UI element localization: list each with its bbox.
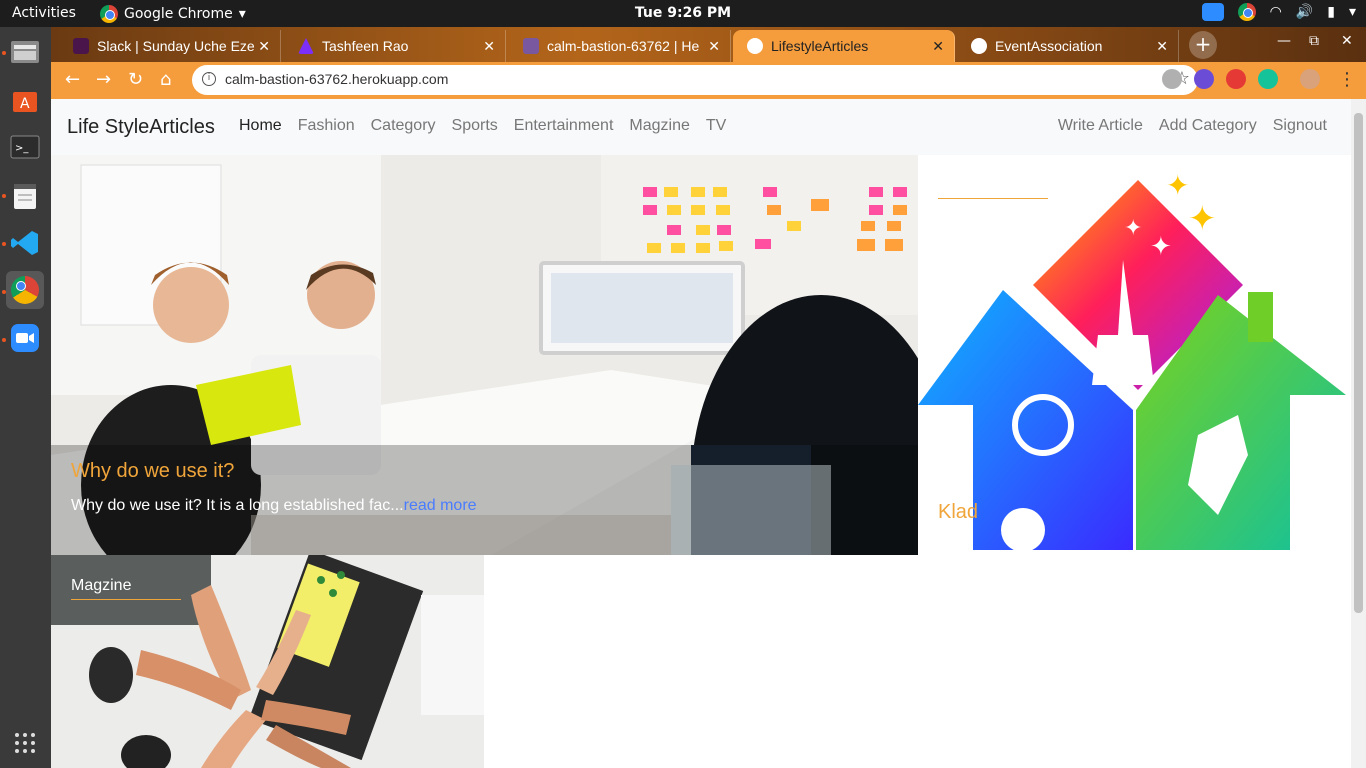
vscode-icon[interactable] [6,224,44,262]
cleaning-house-logo-image: ✦ ✦ ✦ ✦ [918,169,1346,552]
triangle-favicon-icon [298,38,314,54]
close-icon[interactable]: ✕ [1156,38,1168,55]
tab-label: EventAssociation [995,38,1103,54]
tab-slack[interactable]: Slack | Sunday Uche Eze ✕ [59,30,281,62]
site-navbar: Life StyleArticles Home Fashion Category… [51,99,1351,155]
nav-add-category[interactable]: Add Category [1159,117,1257,135]
url-text: calm-bastion-63762.herokuapp.com [225,71,449,87]
heroku-favicon-icon [523,38,539,54]
terminal-icon[interactable]: >_ [6,128,44,166]
back-icon[interactable]: ← [65,69,80,90]
files-icon[interactable] [6,32,44,70]
svg-text:A: A [20,96,30,112]
page-scrollbar[interactable] [1351,99,1366,768]
system-menu-chevron-icon[interactable]: ▾ [1349,4,1356,20]
zoom-dock-icon[interactable] [6,319,44,357]
site-brand[interactable]: Life StyleArticles [67,116,215,139]
tab-eventassociation[interactable]: EventAssociation ✕ [957,30,1179,62]
title-underline [71,599,181,600]
tab-strip: Slack | Sunday Uche Eze ✕ Tashfeen Rao ✕… [51,27,1366,62]
nav-tv[interactable]: TV [706,117,726,135]
nav-signout[interactable]: Signout [1273,117,1327,135]
tab-lifestylearticles[interactable]: LifestyleArticles ✕ [733,30,955,62]
zoom-tray-icon[interactable] [1201,3,1224,21]
tab-label: Tashfeen Rao [322,38,409,54]
svg-text:>_: >_ [15,143,29,154]
chrome-dock-icon[interactable] [6,271,44,309]
slack-favicon-icon [73,38,89,54]
menu-kebab-icon[interactable]: ⋮ [1338,69,1356,90]
wifi-icon[interactable]: ◠ [1270,4,1282,20]
nav-category[interactable]: Category [371,117,436,135]
close-icon[interactable]: ✕ [708,38,720,55]
svg-text:✦: ✦ [1124,216,1142,241]
tab-label: Slack | Sunday Uche Eze [97,38,255,54]
close-icon[interactable]: ✕ [258,38,270,55]
extension-dropper-icon[interactable] [1194,69,1214,89]
grammarly-icon[interactable] [1258,69,1278,89]
close-icon[interactable]: ✕ [932,38,944,55]
minimize-icon[interactable]: — [1277,33,1291,49]
reload-icon[interactable]: ↻ [128,69,143,90]
chrome-tray-icon[interactable] [1237,3,1256,21]
close-window-icon[interactable]: ✕ [1341,33,1353,49]
side-article[interactable]: ✦ ✦ ✦ ✦ Klad [918,155,1351,555]
svg-text:✦: ✦ [1150,232,1172,262]
web-page: Life StyleArticles Home Fashion Category… [51,99,1366,768]
nav-write-article[interactable]: Write Article [1058,117,1143,135]
home-icon[interactable]: ⌂ [160,69,171,90]
tab-heroku[interactable]: calm-bastion-63762 | He ✕ [509,30,731,62]
maximize-icon[interactable]: ⧉ [1309,33,1319,49]
address-bar[interactable]: i calm-bastion-63762.herokuapp.com ☆ [192,65,1198,95]
show-applications-icon[interactable] [6,724,44,762]
nav-entertainment[interactable]: Entertainment [514,117,614,135]
office-meeting-image [51,155,918,555]
featured-article-excerpt: Why do we use it? It is a long establish… [71,497,477,515]
nav-magzine[interactable]: Magzine [629,117,689,135]
dock: A >_ [0,27,51,768]
battery-icon[interactable]: ▮ [1327,4,1335,20]
chrome-icon [11,276,39,304]
extension-badge-icon[interactable] [1226,69,1246,89]
system-tray[interactable]: ◠ 🔊 ▮ ▾ [1201,3,1356,21]
new-tab-button[interactable]: + [1189,31,1217,59]
tab-tashfeen[interactable]: Tashfeen Rao ✕ [284,30,506,62]
category-card[interactable]: Magzine [51,555,484,768]
nav-home[interactable]: Home [239,117,282,135]
nav-fashion[interactable]: Fashion [298,117,355,135]
nav-right: Write Article Add Category Signout [1058,117,1327,135]
nav-left: Home Fashion Category Sports Entertainme… [239,117,726,135]
globe-favicon-icon [971,38,987,54]
close-icon[interactable]: ✕ [483,38,495,55]
side-article-title[interactable]: Klad [938,501,978,524]
site-info-icon[interactable]: i [202,72,216,86]
browser-toolbar: ← → ↻ ⌂ i calm-bastion-63762.herokuapp.c… [51,62,1366,99]
excerpt-text: Why do we use it? It is a long establish… [71,497,404,514]
featured-article-title[interactable]: Why do we use it? [71,460,234,483]
volume-icon[interactable]: 🔊 [1296,4,1313,20]
svg-text:✦: ✦ [1188,199,1217,239]
tab-label: LifestyleArticles [771,38,869,54]
text-editor-icon[interactable] [6,177,44,215]
extension-g-icon[interactable] [1162,69,1182,89]
profile-avatar[interactable] [1300,69,1320,89]
card-category-label[interactable]: Magzine [71,577,131,595]
tab-label: calm-bastion-63762 | He [547,38,700,54]
clock[interactable]: Tue 9:26 PM [0,5,1366,21]
system-top-bar: Activities Google Chrome ▾ Tue 9:26 PM ◠… [0,0,1366,27]
title-underline [938,198,1048,199]
software-center-icon[interactable]: A [6,80,44,118]
svg-text:✦: ✦ [1166,169,1189,202]
nav-sports[interactable]: Sports [452,117,498,135]
scrollbar-thumb[interactable] [1354,113,1363,613]
featured-article[interactable]: Why do we use it? Why do we use it? It i… [51,155,918,555]
globe-favicon-icon [747,38,763,54]
forward-icon[interactable]: → [96,69,111,90]
read-more-link[interactable]: read more [404,497,477,514]
